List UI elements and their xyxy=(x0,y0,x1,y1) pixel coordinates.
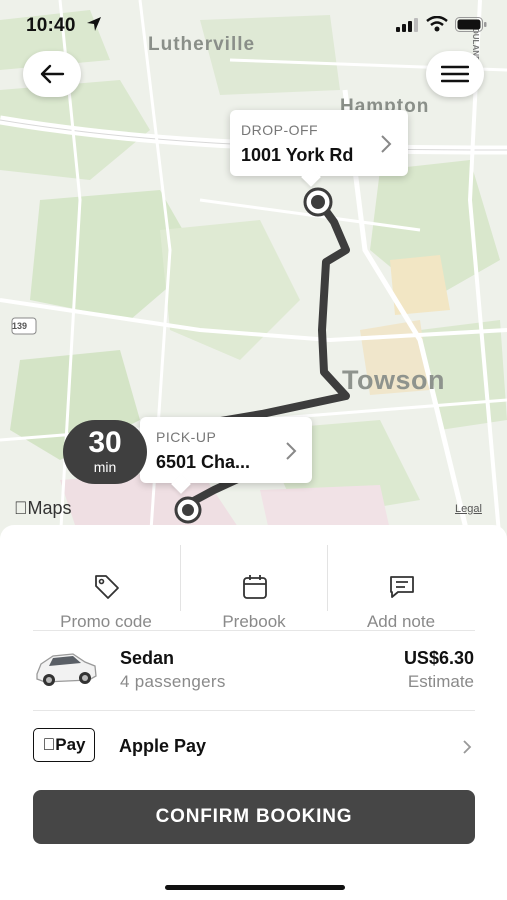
apple-logo-icon:  xyxy=(43,735,56,755)
pickup-address: 6501 Cha... xyxy=(156,452,251,472)
add-note-label: Add note xyxy=(366,612,436,631)
prebook-label: Prebook xyxy=(222,612,286,631)
back-arrow-icon xyxy=(40,64,65,84)
apple-logo-icon:  xyxy=(14,498,28,518)
dropoff-caption: DROP-OFF xyxy=(241,122,319,138)
cellular-signal-icon xyxy=(396,18,418,32)
eta-value: 30 xyxy=(88,426,122,459)
fare-price: US$6.30 xyxy=(403,648,474,668)
prebook-button[interactable]: Prebook xyxy=(180,545,328,631)
calendar-icon xyxy=(243,575,267,599)
hamburger-menu-icon xyxy=(441,65,469,83)
status-time: 10:40 xyxy=(26,15,76,36)
confirm-booking-button[interactable]: CONFIRM BOOKING xyxy=(33,790,475,844)
tag-icon xyxy=(95,575,119,599)
legal-link[interactable]: Legal xyxy=(455,503,482,515)
dropoff-address: 1001 York Rd xyxy=(241,145,354,165)
promo-code-button[interactable]: Promo code xyxy=(32,545,180,631)
pickup-caption: PICK-UP xyxy=(156,429,217,445)
eta-badge: 30 min xyxy=(63,420,147,484)
back-button[interactable] xyxy=(23,51,81,97)
chevron-right-icon xyxy=(286,442,297,460)
eta-unit: min xyxy=(93,459,117,475)
chevron-right-icon xyxy=(463,740,472,754)
divider xyxy=(33,630,475,631)
location-arrow-icon xyxy=(87,17,101,31)
apple-pay-badge-text: Pay xyxy=(48,735,85,754)
place-label-towson: Towson xyxy=(342,365,445,395)
payment-method-label: Apple Pay xyxy=(119,736,207,756)
note-icon xyxy=(390,576,414,598)
maps-attribution-text: Maps xyxy=(14,498,72,518)
home-indicator xyxy=(165,885,345,890)
chevron-right-icon xyxy=(381,135,392,153)
wifi-icon xyxy=(426,16,448,32)
menu-button[interactable] xyxy=(426,51,484,97)
promo-code-label: Promo code xyxy=(60,612,152,631)
vehicle-capacity: 4 passengers xyxy=(120,672,226,691)
battery-icon xyxy=(455,17,487,32)
pickup-callout[interactable]: PICK-UP 6501 Cha... xyxy=(140,417,312,483)
status-bar: 10:40 xyxy=(0,0,507,50)
maps-attribution: Maps xyxy=(14,498,72,519)
booking-sheet: Promo code Prebook Add note Sedan 4 pass… xyxy=(0,525,507,900)
sedan-car-icon xyxy=(36,653,97,686)
dropoff-callout[interactable]: DROP-OFF 1001 York Rd xyxy=(230,110,408,176)
apple-pay-badge: Pay xyxy=(33,728,95,762)
road-shield: 139 xyxy=(12,321,28,331)
fare-estimate-label: Estimate xyxy=(407,672,474,691)
divider xyxy=(33,710,475,711)
add-note-button[interactable]: Add note xyxy=(327,545,475,631)
vehicle-name: Sedan xyxy=(120,648,175,668)
